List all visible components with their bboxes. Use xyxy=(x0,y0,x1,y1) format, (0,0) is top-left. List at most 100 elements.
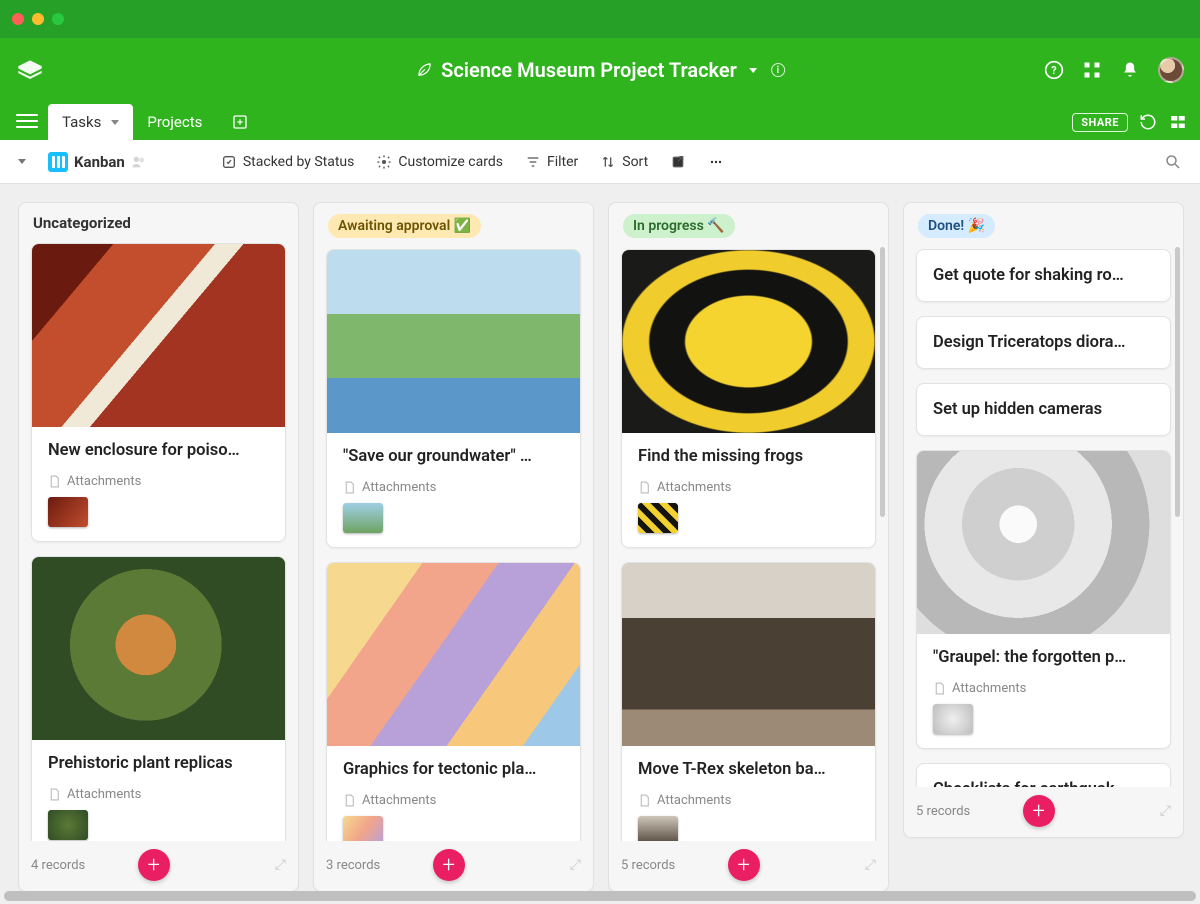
svg-text:?: ? xyxy=(1051,64,1056,77)
add-card-button[interactable]: + xyxy=(728,849,760,881)
card[interactable]: "Graupel: the forgotten p… Attachments xyxy=(916,450,1171,749)
attachment-thumb[interactable] xyxy=(48,810,88,840)
column-scrollbar[interactable] xyxy=(1175,247,1180,517)
add-card-button[interactable]: + xyxy=(1023,795,1055,827)
base-title[interactable]: Science Museum Project Tracker xyxy=(441,58,737,82)
sort-label: Sort xyxy=(622,154,648,170)
column-in-progress: In progress 🔨 Find the missing frogs Att… xyxy=(608,202,889,892)
stacked-label: Stacked by Status xyxy=(243,154,355,170)
share-view-icon[interactable] xyxy=(670,154,686,170)
views-dropdown-icon[interactable] xyxy=(18,159,26,164)
kanban-board: Uncategorized New enclosure for poiso… A… xyxy=(0,184,1200,904)
stacked-by-button[interactable]: Stacked by Status xyxy=(221,154,355,170)
bell-icon[interactable] xyxy=(1120,60,1140,80)
card-image xyxy=(32,557,285,740)
title-dropdown-icon[interactable] xyxy=(749,68,757,73)
maximize-window[interactable] xyxy=(52,13,64,25)
attachment-thumb[interactable] xyxy=(933,704,973,734)
card-title: Get quote for shaking ro… xyxy=(933,266,1154,285)
attachment-thumb[interactable] xyxy=(48,497,88,527)
tab-projects-label: Projects xyxy=(147,113,202,131)
blocks-icon[interactable] xyxy=(1168,112,1188,132)
tab-dropdown-icon[interactable] xyxy=(111,120,119,125)
card-title: Set up hidden cameras xyxy=(933,400,1154,419)
card-title: Prehistoric plant replicas xyxy=(48,754,269,773)
attachments-field: Attachments xyxy=(48,474,269,489)
close-window[interactable] xyxy=(12,13,24,25)
tab-projects[interactable]: Projects xyxy=(133,104,216,140)
card[interactable]: Get quote for shaking ro… xyxy=(916,249,1171,302)
card[interactable]: Set up hidden cameras xyxy=(916,383,1171,436)
filter-button[interactable]: Filter xyxy=(525,154,578,170)
collaborators-icon[interactable] xyxy=(131,154,147,170)
attachment-thumb[interactable] xyxy=(638,503,678,533)
tab-tasks[interactable]: Tasks xyxy=(48,104,133,140)
attachment-thumb[interactable] xyxy=(638,816,678,841)
expand-column-icon[interactable]: ⤢ xyxy=(275,857,286,873)
info-icon[interactable]: i xyxy=(771,63,785,77)
column-title: Awaiting approval ✅ xyxy=(328,214,481,238)
card[interactable]: Graphics for tectonic pla… Attachments xyxy=(326,562,581,841)
card[interactable]: Checklists for earthquak… xyxy=(916,763,1171,787)
add-tab-icon[interactable] xyxy=(232,114,248,130)
card[interactable]: Move T-Rex skeleton ba… Attachments xyxy=(621,562,876,841)
apps-grid-icon[interactable] xyxy=(1082,60,1102,80)
card-title: Checklists for earthquak… xyxy=(933,780,1154,787)
column-title: Done! 🎉 xyxy=(918,214,995,238)
expand-column-icon[interactable]: ⤢ xyxy=(865,857,876,873)
attachments-field: Attachments xyxy=(638,480,859,495)
add-card-button[interactable]: + xyxy=(433,849,465,881)
card[interactable]: New enclosure for poiso… Attachments xyxy=(31,243,286,542)
card-title: Move T-Rex skeleton ba… xyxy=(638,760,859,779)
view-selector[interactable]: Kanban xyxy=(48,152,147,172)
card-title: Find the missing frogs xyxy=(638,447,859,466)
attachments-field: Attachments xyxy=(343,480,564,495)
column-title: In progress 🔨 xyxy=(623,214,735,238)
view-toolbar: Kanban Stacked by Status Customize cards… xyxy=(0,140,1200,184)
help-icon[interactable]: ? xyxy=(1044,60,1064,80)
column-awaiting-approval: Awaiting approval ✅ "Save our groundwate… xyxy=(313,202,594,892)
card-image xyxy=(622,563,875,746)
column-title: Uncategorized xyxy=(33,214,131,232)
add-card-button[interactable]: + xyxy=(138,849,170,881)
column-done: Done! 🎉 Get quote for shaking ro… Design… xyxy=(903,202,1184,838)
record-count: 4 records xyxy=(31,858,85,873)
card[interactable]: Prehistoric plant replicas Attachments xyxy=(31,556,286,841)
history-icon[interactable] xyxy=(1138,112,1158,132)
tabbar: Tasks Projects SHARE xyxy=(0,102,1200,140)
card[interactable]: Find the missing frogs Attachments xyxy=(621,249,876,548)
customize-cards-button[interactable]: Customize cards xyxy=(376,154,503,170)
card-title: Design Triceratops diora… xyxy=(933,333,1154,352)
column-uncategorized: Uncategorized New enclosure for poiso… A… xyxy=(18,202,299,892)
card[interactable]: Design Triceratops diora… xyxy=(916,316,1171,369)
attachments-field: Attachments xyxy=(48,787,269,802)
horizontal-scrollbar[interactable] xyxy=(4,891,1196,901)
card-image xyxy=(917,451,1170,634)
column-scrollbar[interactable] xyxy=(880,247,885,517)
attachments-field: Attachments xyxy=(933,681,1154,696)
window-titlebar xyxy=(0,0,1200,38)
attachments-field: Attachments xyxy=(638,793,859,808)
app-header: Science Museum Project Tracker i ? xyxy=(0,38,1200,102)
share-button[interactable]: SHARE xyxy=(1072,113,1128,132)
attachment-thumb[interactable] xyxy=(343,816,383,841)
expand-column-icon[interactable]: ⤢ xyxy=(570,857,581,873)
card-title: "Graupel: the forgotten p… xyxy=(933,648,1154,667)
record-count: 5 records xyxy=(916,804,970,819)
menu-icon[interactable] xyxy=(16,110,38,132)
sort-button[interactable]: Sort xyxy=(600,154,648,170)
filter-label: Filter xyxy=(547,154,578,170)
attachment-thumb[interactable] xyxy=(343,503,383,533)
more-icon[interactable] xyxy=(708,154,724,170)
app-logo-icon xyxy=(16,58,44,82)
card[interactable]: "Save our groundwater" … Attachments xyxy=(326,249,581,548)
minimize-window[interactable] xyxy=(32,13,44,25)
tab-tasks-label: Tasks xyxy=(62,113,101,131)
record-count: 5 records xyxy=(621,858,675,873)
card-image xyxy=(327,563,580,746)
search-icon[interactable] xyxy=(1164,153,1182,171)
leaf-icon xyxy=(415,61,433,79)
expand-column-icon[interactable]: ⤢ xyxy=(1160,803,1171,819)
user-avatar[interactable] xyxy=(1158,57,1184,83)
traffic-lights xyxy=(12,13,64,25)
